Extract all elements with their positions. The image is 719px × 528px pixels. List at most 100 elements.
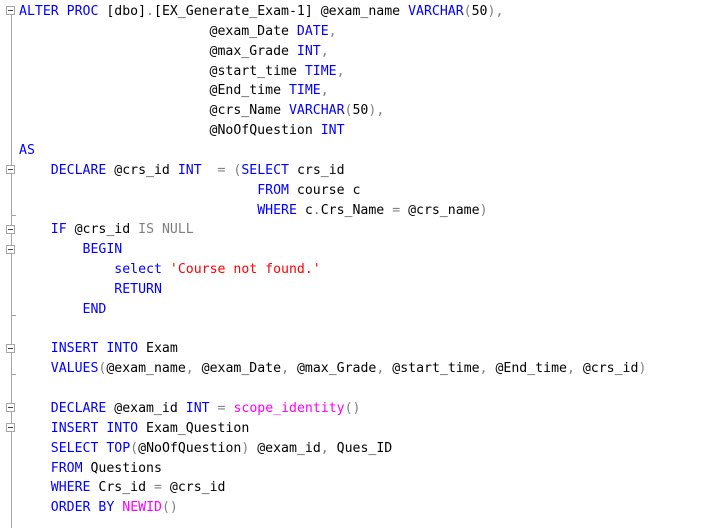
code-token: Questions	[82, 460, 162, 476]
code-line: RETURN	[19, 280, 162, 300]
code-token: IS NULL	[138, 222, 194, 238]
code-token: @NoOfQuestion	[138, 440, 242, 456]
code-token: INSERT INTO	[50, 420, 139, 436]
code-token: WHERE	[50, 480, 91, 496]
code-token: Crs_Name	[320, 202, 393, 218]
collapse-icon[interactable]	[6, 225, 15, 234]
code-token: TIME	[288, 83, 321, 99]
code-token: @NoOfQuestion	[19, 123, 321, 139]
code-token: ,	[566, 361, 575, 377]
collapse-icon[interactable]	[6, 344, 15, 353]
code-token: = (	[217, 162, 242, 178]
code-token: 50	[352, 103, 369, 119]
code-token: @End_time	[19, 83, 289, 99]
code-token: INT	[185, 401, 210, 416]
outline-end-tick	[11, 374, 16, 375]
code-token: WHERE	[257, 202, 297, 218]
code-token: @exam_name	[106, 361, 186, 377]
code-token: SELECT	[241, 162, 289, 178]
code-token: c	[296, 202, 313, 218]
code-token: @max_Grade	[289, 361, 377, 377]
code-token: ,	[320, 43, 329, 59]
code-token: VALUES	[50, 361, 99, 377]
code-token: =	[154, 480, 162, 496]
code-token: ),	[368, 103, 385, 119]
code-token: scope_identity	[233, 401, 345, 416]
outlining-margin	[0, 0, 18, 528]
code-token: 50	[471, 4, 488, 19]
code-line: @start_time TIME,	[19, 62, 345, 82]
code-token: 'Course not found.'	[169, 262, 321, 278]
code-token: select	[114, 262, 162, 278]
collapse-icon[interactable]	[6, 6, 15, 15]
code-token: ,	[328, 23, 337, 39]
code-line: INSERT INTO Exam_Question	[19, 419, 250, 439]
code-token: @crs_id	[66, 222, 139, 238]
code-token: NEWID	[122, 500, 162, 516]
code-token: @crs_Name	[19, 103, 289, 119]
code-line: SELECT TOP(@NoOfQuestion) @exam_id, Ques…	[19, 439, 392, 459]
code-token: Crs_id	[90, 480, 154, 496]
code-line: VALUES(@exam_name, @exam_Date, @max_Grad…	[19, 359, 647, 379]
code-token: TIME	[304, 63, 337, 79]
code-line: FROM course c	[19, 181, 360, 201]
code-line: @max_Grade INT,	[19, 42, 329, 62]
code-token: )	[638, 361, 647, 377]
sql-code-editor[interactable]: ALTER PROC [dbo].[EX_Generate_Exam-1] @e…	[0, 0, 719, 528]
collapse-icon[interactable]	[6, 403, 15, 412]
code-token: BEGIN	[82, 242, 123, 258]
code-token: @crs_id	[106, 162, 178, 178]
code-token: Exam	[138, 341, 178, 357]
code-token: ,	[479, 361, 488, 377]
code-token: )	[479, 202, 488, 218]
collapse-icon[interactable]	[6, 245, 15, 254]
code-line: @NoOfQuestion INT	[19, 121, 345, 141]
code-token: @exam_Date	[19, 23, 297, 39]
collapse-icon[interactable]	[6, 165, 15, 174]
code-token: ()	[161, 500, 178, 516]
code-token: [EX_Generate_Exam-1] @exam_name	[154, 4, 409, 19]
code-area[interactable]: ALTER PROC [dbo].[EX_Generate_Exam-1] @e…	[19, 0, 719, 528]
code-token: Ques_ID	[328, 440, 393, 456]
code-token: Exam_Question	[138, 420, 250, 436]
code-line: DECLARE @crs_id INT = (SELECT crs_id	[19, 161, 345, 181]
code-token: ,	[281, 361, 290, 377]
code-token: SELECT TOP	[50, 440, 131, 456]
code-token: ,	[320, 83, 329, 99]
code-token: (	[130, 440, 139, 456]
code-token: ALTER PROC	[19, 4, 107, 19]
code-token: @crs_name	[400, 202, 480, 218]
code-token: DATE	[296, 23, 329, 39]
code-token: INT	[177, 162, 202, 178]
code-token: crs_id	[289, 162, 345, 178]
code-token: ),	[487, 4, 504, 19]
code-token: course c	[288, 182, 361, 198]
collapse-icon[interactable]	[6, 423, 15, 432]
code-token: AS	[19, 142, 35, 158]
code-line: WHERE Crs_id = @crs_id	[19, 478, 226, 498]
code-token: INSERT INTO	[50, 341, 139, 357]
code-token: @crs_id	[161, 480, 226, 496]
code-token: @exam_id	[249, 440, 321, 456]
code-token: END	[82, 301, 107, 317]
code-token: IF	[50, 222, 67, 238]
code-token: DECLARE	[50, 162, 107, 178]
code-line: DECLARE @exam_id INT = scope_identity()	[19, 399, 361, 419]
code-token: (	[463, 4, 472, 19]
